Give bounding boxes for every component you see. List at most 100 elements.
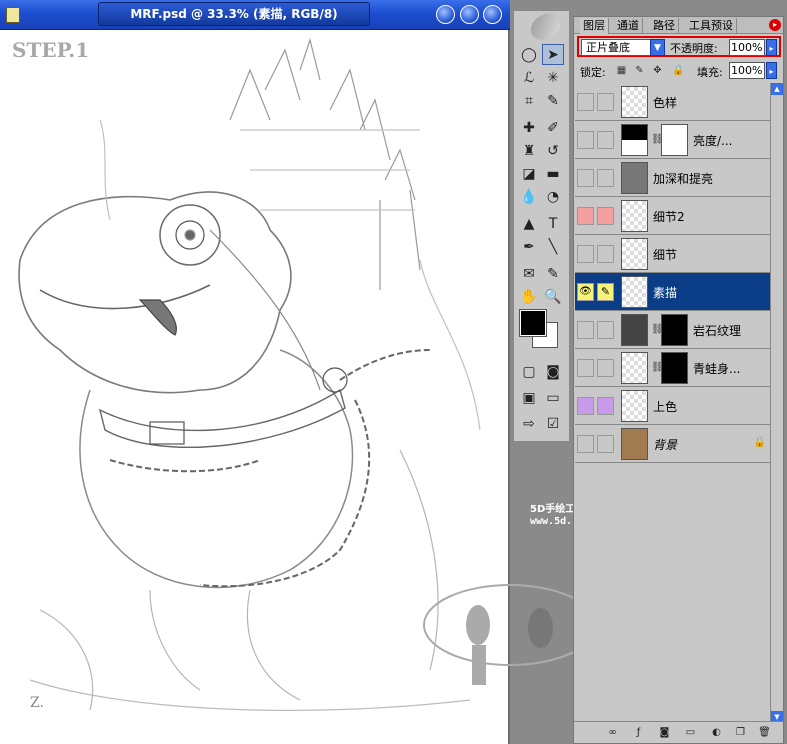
- standard-mode-icon[interactable]: ▢: [518, 361, 540, 382]
- tab-paths[interactable]: 路径: [650, 18, 679, 34]
- layer-thumbnail[interactable]: [621, 124, 648, 156]
- feather-logo-icon[interactable]: [526, 9, 564, 45]
- layer-row[interactable]: 细节: [575, 235, 770, 273]
- layer-link-toggle-icon[interactable]: [597, 359, 614, 377]
- dodge-tool-icon[interactable]: ◔: [542, 186, 564, 207]
- notes-tool-icon[interactable]: ✉: [518, 263, 540, 284]
- layer-link-toggle-icon[interactable]: [597, 207, 614, 225]
- close-button[interactable]: [483, 5, 502, 24]
- layer-mask-thumbnail[interactable]: [661, 352, 688, 384]
- tab-channels[interactable]: 通道: [614, 18, 643, 34]
- layer-link-toggle-icon[interactable]: [597, 397, 614, 415]
- trash-icon[interactable]: 🗑: [758, 726, 771, 739]
- scroll-up-icon[interactable]: ▲: [771, 83, 783, 95]
- layer-link-toggle-icon[interactable]: [597, 169, 614, 187]
- maximize-button[interactable]: [460, 5, 479, 24]
- layer-mask-thumbnail[interactable]: [661, 314, 688, 346]
- document-titlebar[interactable]: MRF.psd @ 33.3% (素描, RGB/8): [0, 0, 510, 30]
- layer-row[interactable]: 色样: [575, 83, 770, 121]
- fill-slider-icon[interactable]: ▸: [766, 62, 777, 79]
- lock-pixels-icon[interactable]: ✎: [634, 65, 645, 76]
- stamp-tool-icon[interactable]: ♜: [518, 140, 540, 161]
- opacity-input[interactable]: 100%: [729, 39, 765, 56]
- add-mask-icon[interactable]: ◙: [658, 726, 671, 739]
- line-tool-icon[interactable]: ╲: [542, 236, 564, 257]
- layer-row[interactable]: ⛓ 岩石纹理: [575, 311, 770, 349]
- zoom-tool-icon[interactable]: 🔍: [542, 286, 564, 307]
- eyedropper-icon[interactable]: ✎: [542, 263, 564, 284]
- opacity-slider-icon[interactable]: ▸: [766, 39, 777, 56]
- crop-tool-icon[interactable]: ⌗: [518, 90, 540, 111]
- visibility-toggle-icon[interactable]: 👁: [577, 283, 594, 301]
- lasso-tool-icon[interactable]: ℒ: [518, 67, 540, 88]
- layer-mask-thumbnail[interactable]: [661, 124, 688, 156]
- screen-mode-icon[interactable]: ▣: [518, 387, 540, 408]
- history-brush-icon[interactable]: ↺: [542, 140, 564, 161]
- healing-brush-icon[interactable]: ✚: [518, 117, 540, 138]
- layer-link-toggle-icon[interactable]: [597, 321, 614, 339]
- layer-row[interactable]: ⛓ 亮度/...: [575, 121, 770, 159]
- visibility-toggle-icon[interactable]: [577, 169, 594, 187]
- layer-link-toggle-icon[interactable]: ✎: [597, 283, 614, 301]
- lock-position-icon[interactable]: ✥: [652, 65, 663, 76]
- new-group-icon[interactable]: ▭: [684, 726, 697, 739]
- magic-wand-icon[interactable]: ✳: [542, 67, 564, 88]
- slice-tool-icon[interactable]: ✎: [542, 90, 564, 111]
- layer-row[interactable]: 细节2: [575, 197, 770, 235]
- lock-transparency-icon[interactable]: ▦: [616, 65, 627, 76]
- tab-tool-presets[interactable]: 工具预设: [686, 18, 737, 34]
- tab-layers[interactable]: 图层: [580, 18, 609, 34]
- visibility-toggle-icon[interactable]: [577, 245, 594, 263]
- visibility-toggle-icon[interactable]: [577, 131, 594, 149]
- checkmark-icon[interactable]: ☑: [542, 413, 564, 434]
- lock-all-icon[interactable]: 🔒: [672, 65, 684, 76]
- blur-tool-icon[interactable]: 💧: [518, 186, 540, 207]
- layer-thumbnail[interactable]: [621, 314, 648, 346]
- layer-row[interactable]: 上色: [575, 387, 770, 425]
- layer-thumbnail[interactable]: [621, 352, 648, 384]
- link-layers-icon[interactable]: ∞: [606, 726, 619, 739]
- quickmask-mode-icon[interactable]: ◙: [542, 361, 564, 382]
- move-tool-icon[interactable]: ➤: [542, 44, 564, 65]
- layer-thumbnail[interactable]: [621, 200, 648, 232]
- layer-thumbnail[interactable]: [621, 390, 648, 422]
- layer-thumbnail[interactable]: [621, 86, 648, 118]
- blend-mode-select[interactable]: 正片叠底 ▼: [581, 39, 665, 56]
- new-layer-icon[interactable]: ❐: [734, 726, 747, 739]
- visibility-toggle-icon[interactable]: [577, 207, 594, 225]
- type-tool-icon[interactable]: T: [542, 213, 564, 234]
- visibility-toggle-icon[interactable]: [577, 321, 594, 339]
- pen-tool-icon[interactable]: ✒: [518, 236, 540, 257]
- layer-row[interactable]: 👁 ✎ 素描: [575, 273, 770, 311]
- layer-row[interactable]: 背景 🔒: [575, 425, 770, 463]
- layer-link-toggle-icon[interactable]: [597, 93, 614, 111]
- layer-thumbnail[interactable]: [621, 238, 648, 270]
- jump-to-imageready-icon[interactable]: ⇨: [518, 413, 540, 434]
- fill-input[interactable]: 100%: [729, 62, 765, 79]
- chevron-down-icon[interactable]: ▼: [650, 39, 665, 56]
- adjustment-layer-icon[interactable]: ◐: [710, 726, 723, 739]
- visibility-toggle-icon[interactable]: [577, 359, 594, 377]
- panel-menu-icon[interactable]: ▸: [769, 19, 781, 31]
- hand-tool-icon[interactable]: ✋: [518, 286, 540, 307]
- layer-link-toggle-icon[interactable]: [597, 131, 614, 149]
- layer-style-icon[interactable]: ƒ: [632, 726, 645, 739]
- marquee-tool-icon[interactable]: ◯: [518, 44, 540, 65]
- layer-thumbnail[interactable]: [621, 162, 648, 194]
- layer-row[interactable]: 加深和提亮: [575, 159, 770, 197]
- path-select-icon[interactable]: ▲: [518, 213, 540, 234]
- layer-thumbnail[interactable]: [621, 428, 648, 460]
- visibility-toggle-icon[interactable]: [577, 435, 594, 453]
- visibility-toggle-icon[interactable]: [577, 93, 594, 111]
- gradient-tool-icon[interactable]: ▬: [542, 163, 564, 184]
- visibility-toggle-icon[interactable]: [577, 397, 594, 415]
- foreground-color-swatch[interactable]: [519, 309, 547, 337]
- layer-scrollbar[interactable]: ▲ ▼: [770, 83, 783, 723]
- layer-link-toggle-icon[interactable]: [597, 245, 614, 263]
- minimize-button[interactable]: [436, 5, 455, 24]
- fullscreen-mode-icon[interactable]: ▭: [542, 387, 564, 408]
- layer-row[interactable]: ⛓ 青蛙身...: [575, 349, 770, 387]
- brush-tool-icon[interactable]: ✐: [542, 117, 564, 138]
- eraser-tool-icon[interactable]: ◪: [518, 163, 540, 184]
- layer-thumbnail[interactable]: [621, 276, 648, 308]
